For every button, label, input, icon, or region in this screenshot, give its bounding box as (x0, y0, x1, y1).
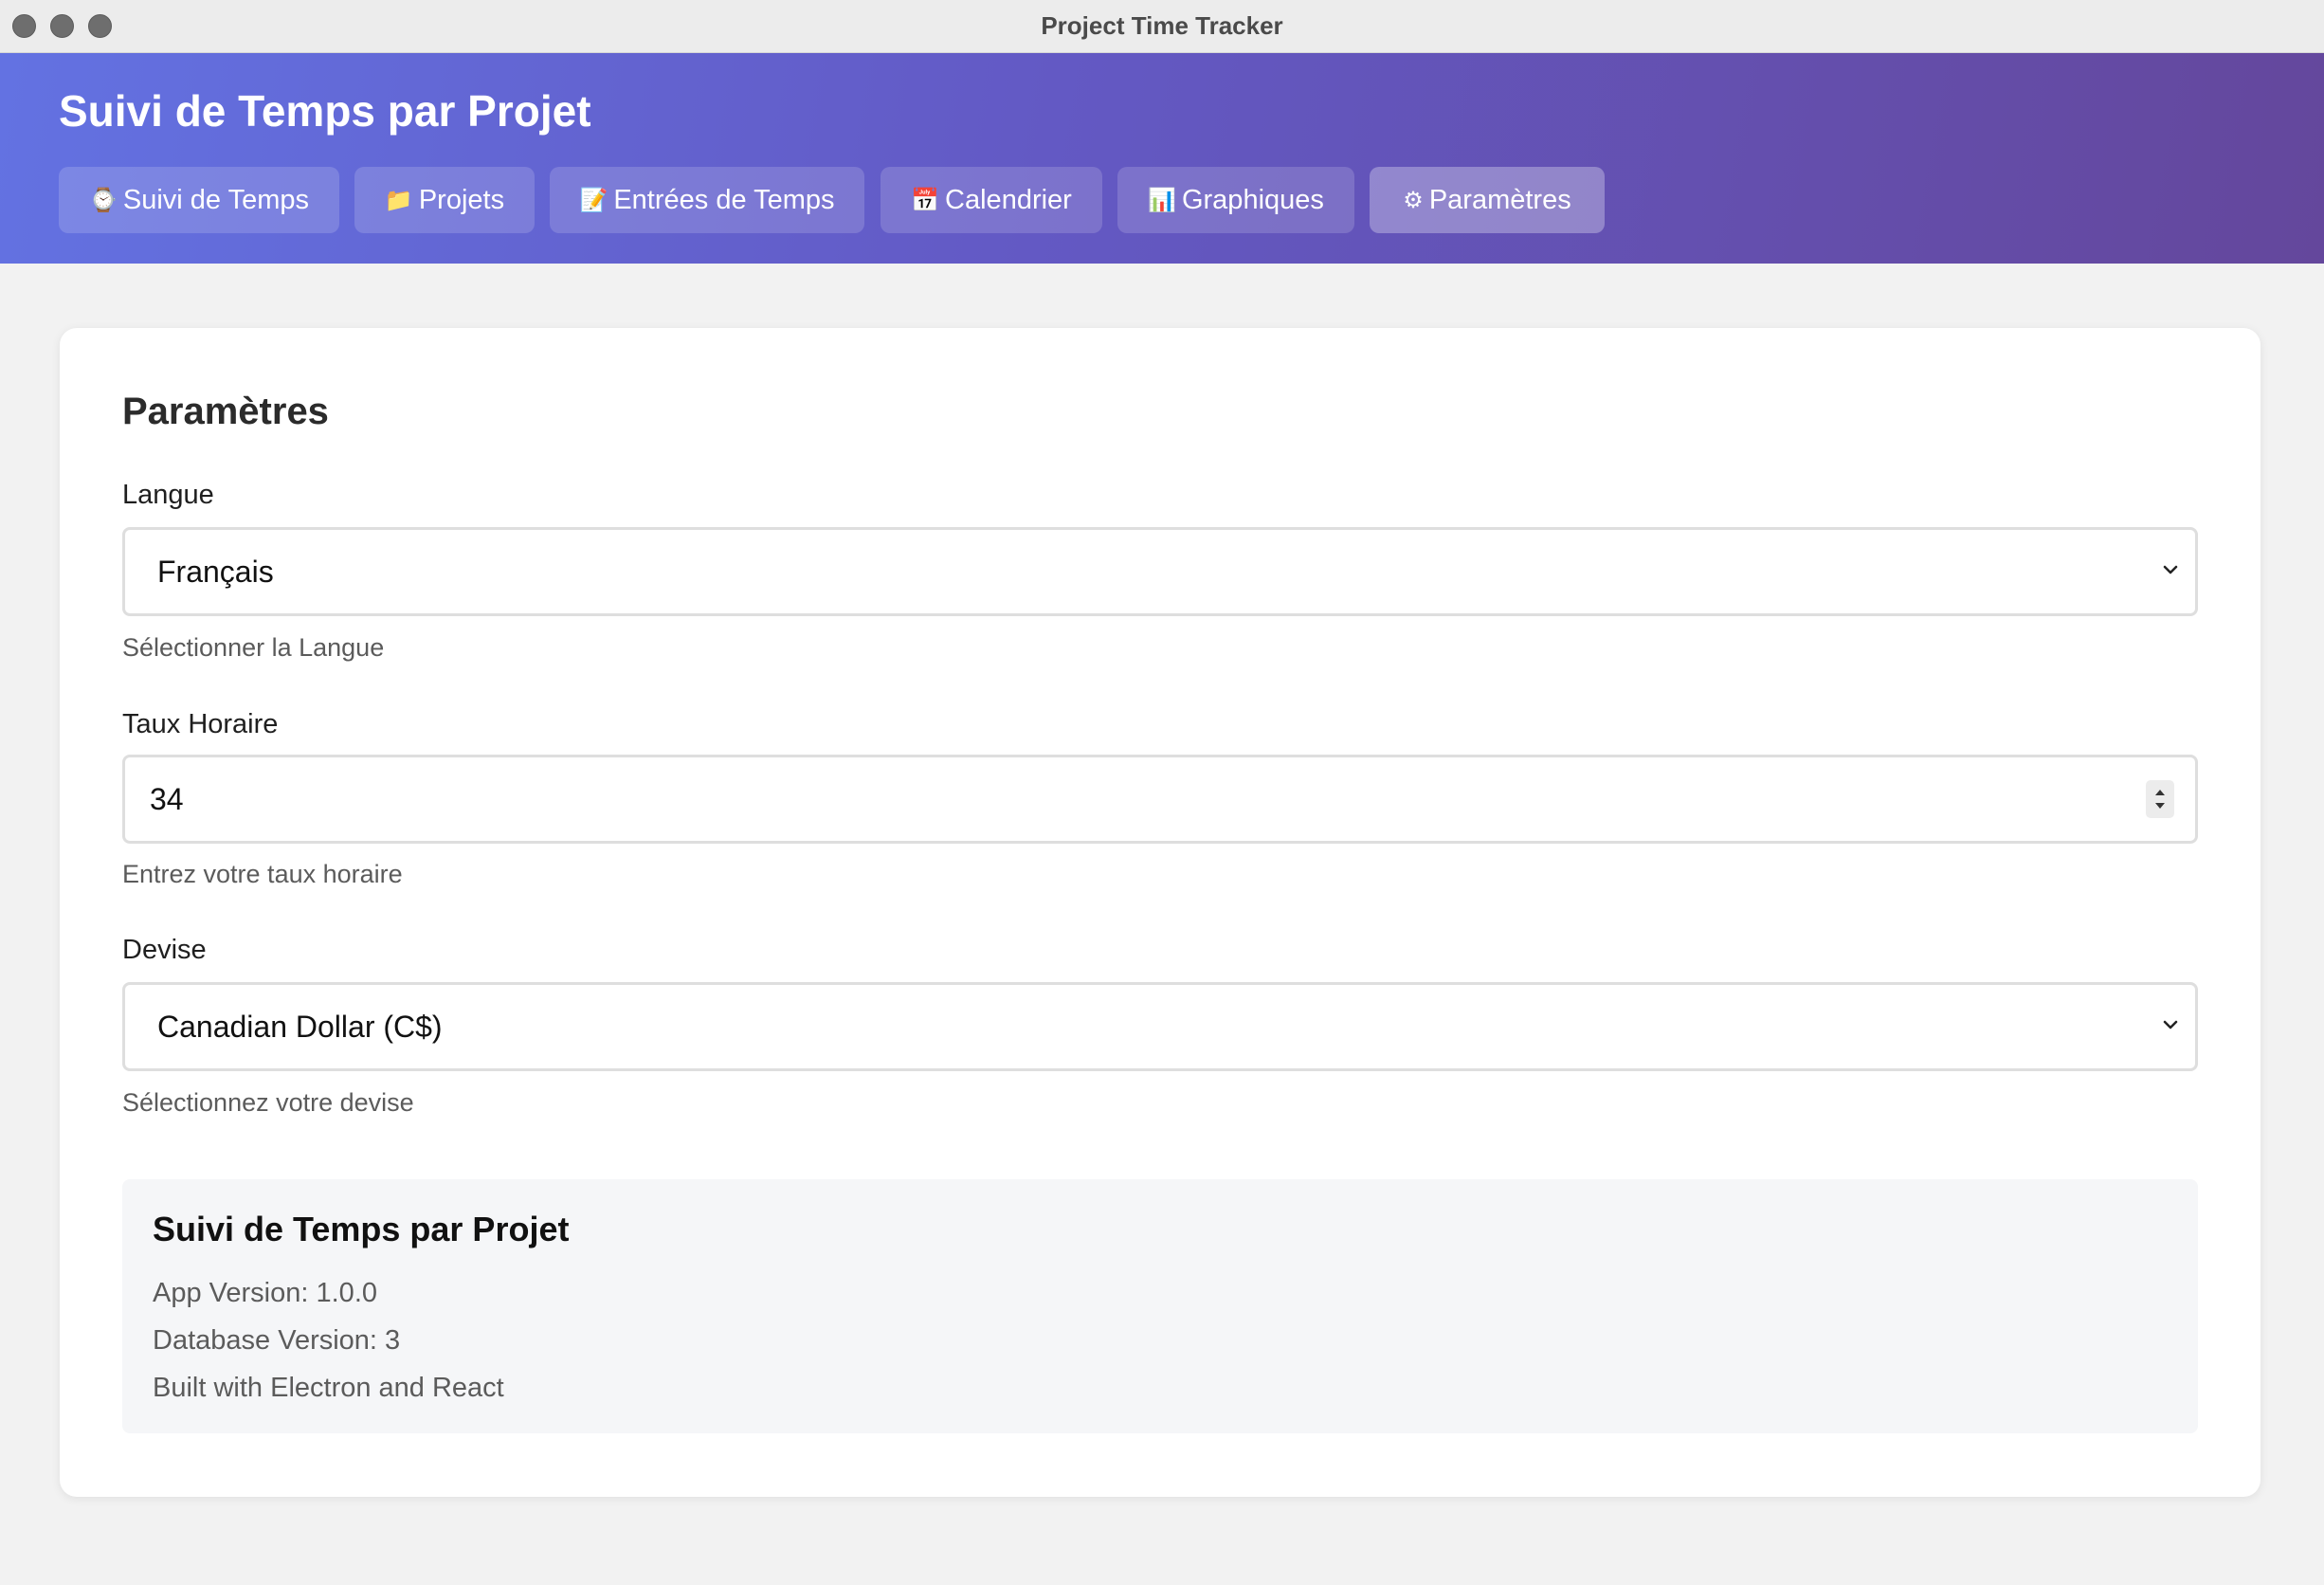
currency-select[interactable]: Canadian Dollar (C$) (122, 982, 2198, 1071)
calendar-icon: 📅 (911, 187, 940, 213)
hourly-rate-input[interactable]: 34 (122, 755, 2198, 844)
tab-label: Entrées de Temps (613, 184, 835, 215)
stopwatch-icon: ⌚ (88, 187, 118, 213)
hourly-rate-label: Taux Horaire (122, 709, 279, 739)
chevron-down-icon (2163, 1020, 2178, 1029)
database-version-text: Database Version: 3 (153, 1325, 401, 1356)
tab-charts[interactable]: 📊 Graphiques (1117, 167, 1354, 233)
tab-label: Calendrier (945, 184, 1072, 215)
folder-icon: 📁 (384, 187, 413, 213)
app-info-box: Suivi de Temps par Projet App Version: 1… (122, 1179, 2198, 1433)
built-with-text: Built with Electron and React (153, 1373, 504, 1403)
stepper-arrows-icon (2155, 790, 2165, 809)
currency-help-text: Sélectionnez votre devise (122, 1088, 414, 1117)
hourly-rate-help-text: Entrez votre taux horaire (122, 860, 403, 888)
language-help-text: Sélectionner la Langue (122, 633, 385, 662)
tab-label: Graphiques (1181, 184, 1324, 215)
language-select-value: Français (157, 555, 274, 589)
chevron-down-icon (2163, 565, 2178, 574)
number-stepper[interactable] (2146, 780, 2174, 818)
app-title: Suivi de Temps par Projet (59, 86, 591, 136)
tab-label: Projets (418, 184, 505, 215)
app-info-title: Suivi de Temps par Projet (153, 1210, 570, 1248)
hourly-rate-value: 34 (150, 782, 184, 816)
tab-time-tracking[interactable]: ⌚ Suivi de Temps (59, 167, 339, 233)
window-titlebar: Project Time Tracker (0, 0, 2324, 53)
currency-select-value: Canadian Dollar (C$) (157, 1010, 443, 1044)
window-title: Project Time Tracker (1041, 11, 1283, 40)
tab-label: Suivi de Temps (122, 184, 309, 215)
tab-time-entries[interactable]: 📝 Entrées de Temps (550, 167, 864, 233)
gear-icon: ⚙ (1403, 187, 1424, 213)
settings-card: Paramètres Langue Français Sélectionner … (60, 328, 2260, 1497)
app-header: Suivi de Temps par Projet ⌚ Suivi de Tem… (0, 53, 2324, 264)
tab-label: Paramètres (1428, 184, 1571, 215)
language-select[interactable]: Français (122, 527, 2198, 616)
language-label: Langue (122, 480, 214, 510)
tab-settings[interactable]: ⚙ Paramètres (1370, 167, 1605, 233)
memo-icon: 📝 (579, 187, 608, 213)
currency-label: Devise (122, 935, 207, 965)
tab-projects[interactable]: 📁 Projets (354, 167, 535, 233)
tab-calendar[interactable]: 📅 Calendrier (881, 167, 1102, 233)
page-title: Paramètres (122, 391, 329, 432)
bar-chart-icon: 📊 (1148, 187, 1176, 213)
app-version-text: App Version: 1.0.0 (153, 1278, 377, 1308)
